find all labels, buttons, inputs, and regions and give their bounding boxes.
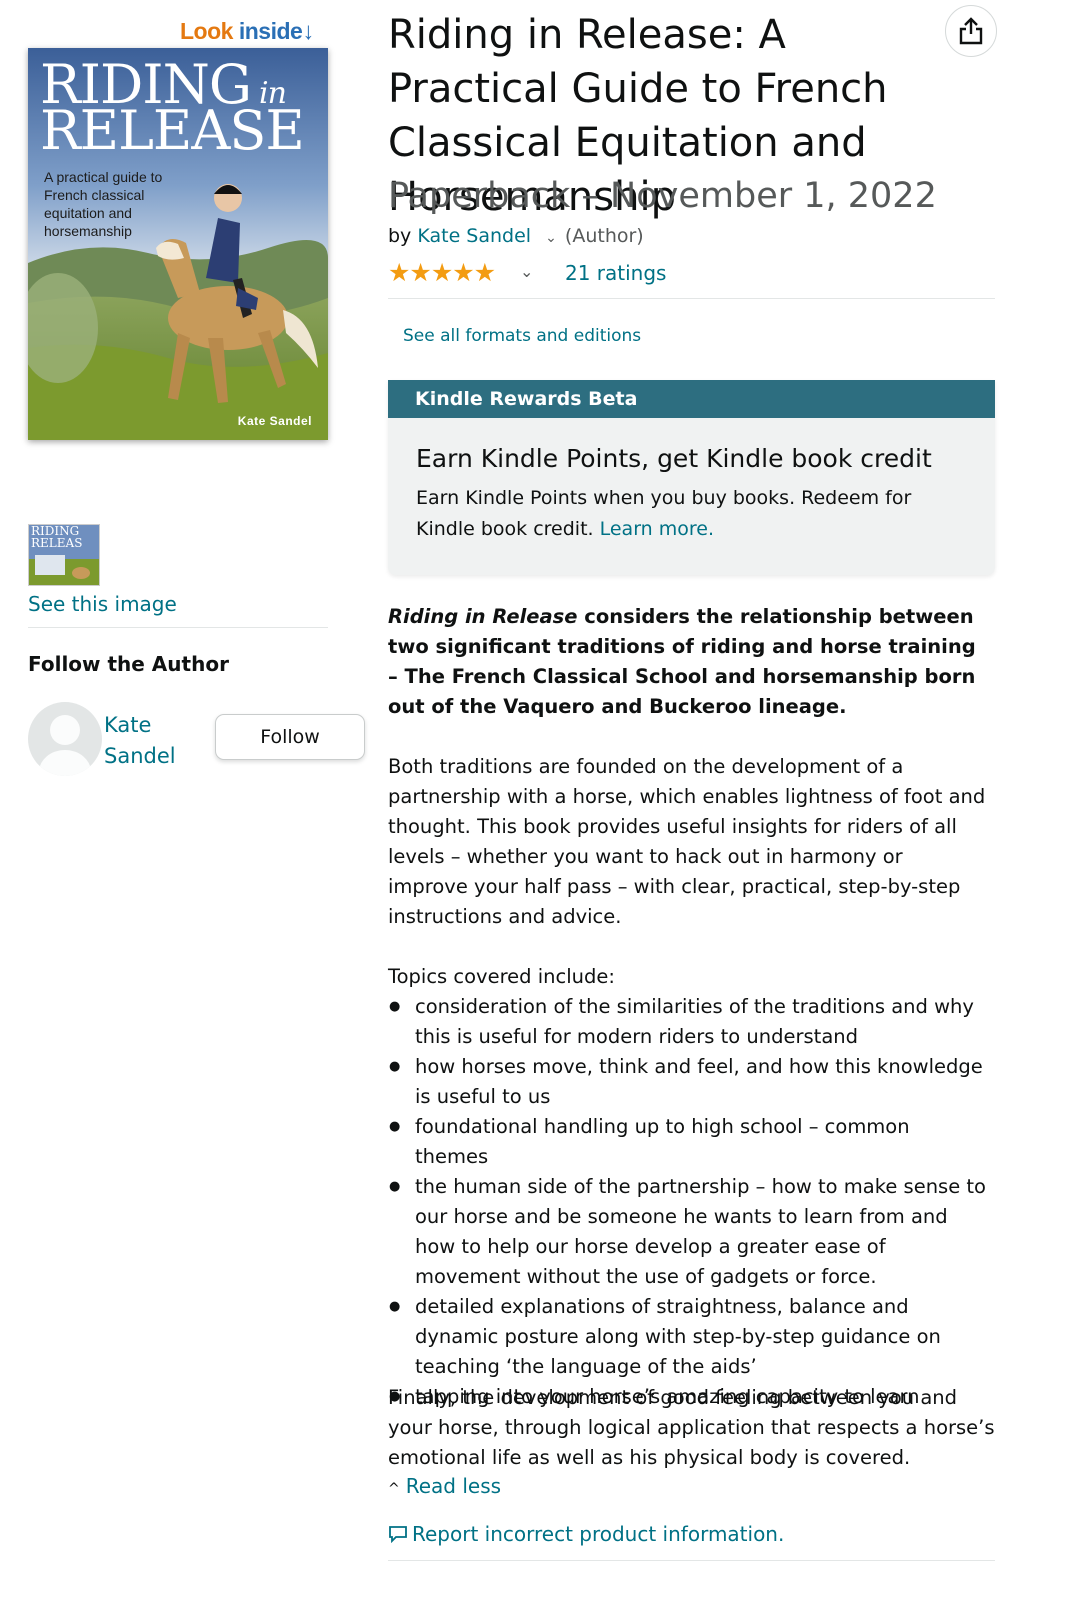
report-incorrect-info-link[interactable]: Report incorrect product information. [388,1522,784,1546]
topics-intro: Topics covered include: [388,965,615,988]
thumbnail-title: RIDING RELEAS [31,524,83,550]
lead-book-title: Riding in Release [388,605,578,628]
list-item: detailed explanations of straightness, b… [388,1292,988,1382]
share-icon [959,17,983,45]
follow-author-heading: Follow the Author [28,652,229,676]
report-label: Report incorrect product information. [412,1522,785,1546]
chevron-down-icon[interactable]: ⌄ [545,230,557,246]
author-name-link[interactable]: Kate Sandel [104,710,194,772]
topics-list: consideration of the similarities of the… [388,992,988,1412]
look-inside-text: Look [180,18,233,44]
star-rating[interactable]: ★★★★★ [388,258,496,287]
read-less-link[interactable]: ^ Read less [388,1474,501,1498]
by-label: by [388,225,412,247]
divider [388,298,995,299]
description-paragraph: Both traditions are founded on the devel… [388,755,986,928]
divider [28,627,328,628]
list-item: the human side of the partnership – how … [388,1172,988,1292]
see-this-image-link[interactable]: See this image [28,592,177,616]
author-avatar[interactable] [28,702,102,776]
arrow-down-icon: ↓ [302,18,314,45]
byline: by Kate Sandel ⌄ (Author) [388,225,644,247]
format-and-date: Paperback – November 1, 2022 [388,176,937,216]
kindle-rewards-body: Earn Kindle Points when you buy books. R… [416,483,976,545]
look-inside-link[interactable]: Look inside↓ [180,18,314,46]
list-item: how horses move, think and feel, and how… [388,1052,988,1112]
description-closing: Finally, the development of good feeling… [388,1386,995,1469]
kindle-rewards-box: Kindle Rewards Beta Earn Kindle Points, … [388,380,995,575]
share-button[interactable] [945,5,997,57]
look-inside-text-inside: inside [238,18,303,44]
chevron-up-icon: ^ [388,1481,400,1497]
divider [388,1560,995,1561]
image-thumbnail[interactable]: RIDING RELEAS [28,524,100,586]
kindle-rewards-header: Kindle Rewards Beta [388,380,995,418]
list-item: foundational handling up to high school … [388,1112,988,1172]
list-item: consideration of the similarities of the… [388,992,988,1052]
book-cover-image[interactable]: RIDING in RELEASE A practical guide to Fr… [28,48,328,440]
comment-icon [389,1526,407,1544]
follow-button[interactable]: Follow [215,714,365,760]
author-link[interactable]: Kate Sandel [417,225,531,247]
kindle-rewards-heading: Earn Kindle Points, get Kindle book cred… [416,444,932,473]
ratings-count-link[interactable]: 21 ratings [565,261,666,285]
read-less-label: Read less [405,1474,502,1498]
learn-more-link[interactable]: Learn more. [600,518,714,540]
person-icon [39,715,91,776]
cover-subtitle: A practical guide to French classical eq… [44,169,163,239]
cover-title-line2: RELEASE [40,99,305,162]
description-lead: Riding in Release considers the relation… [388,602,988,722]
cover-author: Kate Sandel [237,414,312,428]
chevron-down-icon[interactable]: ⌄ [520,262,533,281]
author-role: (Author) [564,225,644,247]
see-all-formats-link[interactable]: See all formats and editions [403,326,641,346]
